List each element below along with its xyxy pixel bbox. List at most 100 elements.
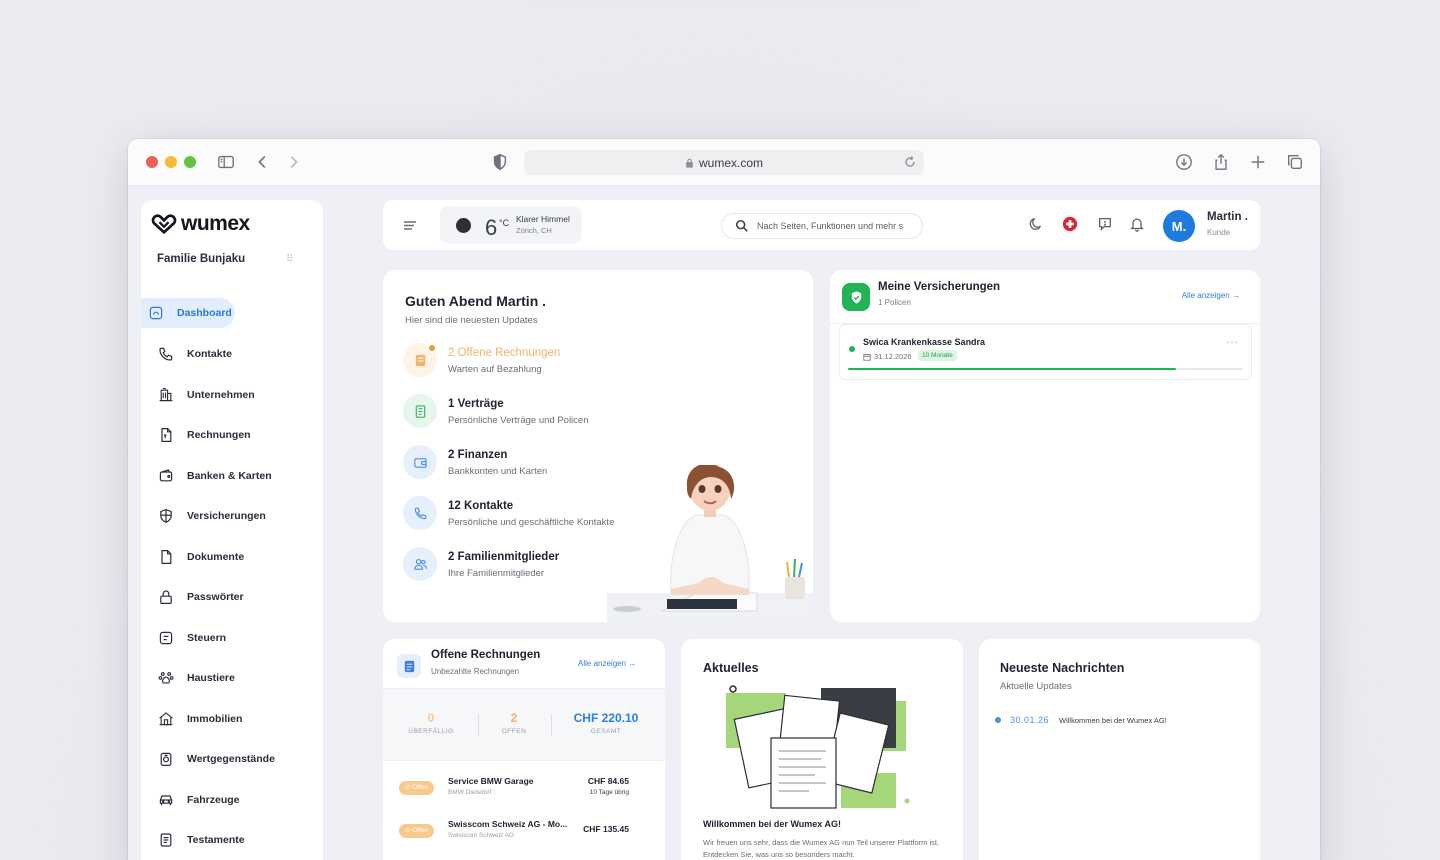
car-icon <box>157 791 175 809</box>
sidebar-item-label: Kontakte <box>187 348 232 360</box>
close-window-button[interactable] <box>146 156 158 168</box>
download-icon[interactable] <box>1173 151 1195 173</box>
assistant-illustration <box>607 465 813 622</box>
sidebar-item-dokumente[interactable]: Dokumente <box>141 542 244 572</box>
policy-name: Swica Krankenkasse Sandra <box>863 337 986 347</box>
moon-icon[interactable] <box>1028 216 1046 234</box>
sidebar-item-fahrzeuge[interactable]: Fahrzeuge <box>141 785 240 815</box>
phone-icon <box>403 496 437 530</box>
policy-card[interactable]: Swica Krankenkasse Sandra 31.12.2026 10 … <box>839 324 1252 380</box>
sidebar-item-label: Passwörter <box>187 591 244 603</box>
invoice-amount: CHF 135.45 <box>583 824 629 834</box>
invoice-stats: 0 ÜBERFÄLLIG 2 OFFEN CHF 220.10 GESAMT <box>383 688 665 761</box>
open-invoices-card: Offene Rechnungen Unbezahlte Rechnungen … <box>383 639 665 860</box>
news-headline[interactable]: Willkommen bei der Wumex AG! <box>703 819 841 829</box>
paw-icon <box>157 669 175 687</box>
stat-value: CHF 220.10 <box>573 711 639 725</box>
arrow-right-icon: → <box>1232 291 1240 300</box>
sidebar-item-label: Versicherungen <box>187 510 266 522</box>
address-bar[interactable]: wumex.com <box>524 150 924 175</box>
minimize-window-button[interactable] <box>165 156 177 168</box>
sidebar-item-label: Wertgegenstände <box>187 753 275 765</box>
sidebar-item-rechnungen[interactable]: Rechnungen <box>141 420 251 450</box>
user-name[interactable]: Martin . <box>1207 211 1248 223</box>
more-options-icon[interactable]: ··· <box>1226 337 1239 348</box>
sidebar: wumex Familie Bunjaku ⠿ Dashboard Kontak… <box>141 200 323 860</box>
menu-icon[interactable] <box>401 217 419 233</box>
forward-icon[interactable] <box>282 151 304 173</box>
news-title: Aktuelles <box>703 661 759 675</box>
stat-overdue: 0 ÜBERFÄLLIG <box>405 711 457 735</box>
swiss-cross-icon[interactable] <box>1062 216 1080 234</box>
back-icon[interactable] <box>252 151 274 173</box>
messages-title: Neueste Nachrichten <box>1000 661 1125 675</box>
show-all-invoices-link[interactable]: Alle anzeigen → <box>578 659 636 668</box>
update-title: 2 Offene Rechnungen <box>448 347 561 359</box>
update-subtitle: Warten auf Bezahlung <box>448 364 542 375</box>
update-item-invoices[interactable]: 2 Offene Rechnungen Warten auf Bezahlung <box>403 343 663 383</box>
sidebar-item-passwoerter[interactable]: Passwörter <box>141 582 244 612</box>
sidebar-item-versicherungen[interactable]: Versicherungen <box>141 501 266 531</box>
avatar[interactable]: M. <box>1163 210 1195 242</box>
feedback-icon[interactable] <box>1097 216 1115 234</box>
invoice-amount: CHF 84.65 <box>587 776 629 786</box>
building-icon <box>157 386 175 404</box>
browser-window: wumex.com wumex Familie Bunjaku ⠿ Dashbo… <box>128 139 1320 860</box>
invoice-company: BMW Dielsdorf <box>448 789 492 796</box>
sidebar-item-dashboard[interactable]: Dashboard <box>141 298 235 328</box>
show-all-label: Alle anzeigen <box>1181 291 1230 300</box>
documents-illustration <box>726 685 910 809</box>
search-icon <box>735 219 748 232</box>
invoice-name: Swisscom Schweiz AG - Mo... <box>448 819 568 829</box>
stat-label: ÜBERFÄLLIG <box>408 728 454 735</box>
reload-icon[interactable] <box>902 154 918 170</box>
drag-handle-icon[interactable]: ⠿ <box>286 254 293 265</box>
news-body: Wir freuen uns sehr, dass die Wumex AG n… <box>703 838 940 859</box>
sidebar-item-banken[interactable]: Banken & Karten <box>141 461 272 491</box>
message-date: 30.01.26 <box>1010 715 1050 725</box>
stat-value: 2 <box>510 711 518 725</box>
shield-check-icon <box>842 283 870 311</box>
sidebar-item-kontakte[interactable]: Kontakte <box>141 339 232 369</box>
family-name[interactable]: Familie Bunjaku <box>157 253 245 265</box>
invoice-row[interactable]: ⊙ Offen Service BMW Garage BMW Dielsdorf… <box>383 770 665 806</box>
invoice-icon <box>157 426 175 444</box>
update-item-contracts[interactable]: 1 Verträge Persönliche Verträge und Poli… <box>403 394 663 434</box>
sidebar-item-haustiere[interactable]: Haustiere <box>141 663 235 693</box>
greeting-title: Guten Abend Martin . <box>405 293 547 309</box>
policy-progress <box>848 368 1243 370</box>
status-badge: ⊙ Offen <box>399 781 435 795</box>
update-title: 2 Finanzen <box>448 449 508 461</box>
messages-card: Neueste Nachrichten Aktuelle Updates 30.… <box>979 639 1260 860</box>
sidebar-item-wertgegenstaende[interactable]: Wertgegenstände <box>141 744 275 774</box>
weather-location: Zürich, CH <box>516 226 552 235</box>
invoice-due: 10 Tage übrig <box>589 789 629 796</box>
sidebar-toggle-icon[interactable] <box>215 151 237 173</box>
sidebar-item-steuern[interactable]: Steuern <box>141 623 226 653</box>
message-text[interactable]: Willkommen bei der Wumex AG! <box>1059 716 1167 725</box>
sidebar-item-testamente[interactable]: Testamente <box>141 825 245 855</box>
lock-icon <box>686 158 693 168</box>
arrow-right-icon: → <box>628 659 637 668</box>
bell-icon[interactable] <box>1129 216 1147 234</box>
maximize-window-button[interactable] <box>184 156 196 168</box>
search-input[interactable]: Nach Seiten, Funktionen und mehr s <box>721 213 923 239</box>
messages-subtitle: Aktuelle Updates <box>1000 681 1072 692</box>
search-placeholder: Nach Seiten, Funktionen und mehr s <box>757 221 904 231</box>
stat-value: 0 <box>427 711 435 725</box>
update-subtitle: Persönliche Verträge und Policen <box>448 415 589 426</box>
new-tab-icon[interactable] <box>1247 151 1269 173</box>
insurance-subtitle: 1 Policen <box>878 298 911 307</box>
invoice-row[interactable]: ⊙ Offen Swisscom Schweiz AG - Mo... Swis… <box>383 813 665 849</box>
share-icon[interactable] <box>1210 151 1232 173</box>
privacy-shield-icon[interactable] <box>489 151 511 173</box>
sidebar-item-label: Testamente <box>187 834 245 846</box>
show-all-insurances-link[interactable]: Alle anzeigen → <box>1182 291 1240 300</box>
weather-description: Klarer Himmel <box>516 214 570 224</box>
sidebar-item-immobilien[interactable]: Immobilien <box>141 704 242 734</box>
update-subtitle: Persönliche und geschäftliche Kontakte <box>448 517 615 528</box>
tab-overview-icon[interactable] <box>1284 151 1306 173</box>
wumex-logo[interactable]: wumex <box>151 212 250 236</box>
sidebar-item-unternehmen[interactable]: Unternehmen <box>141 380 255 410</box>
sidebar-item-label: Haustiere <box>187 672 235 684</box>
